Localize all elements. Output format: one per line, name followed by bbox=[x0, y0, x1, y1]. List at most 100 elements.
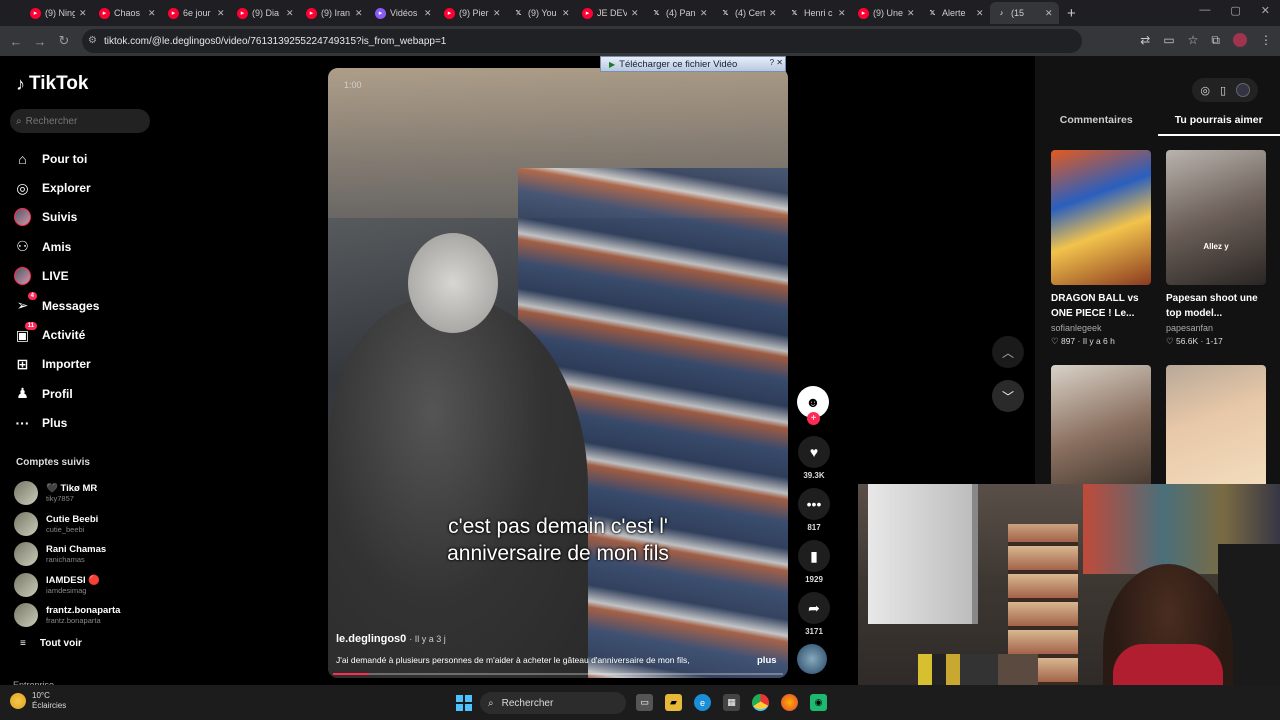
download-video-bar[interactable]: ▶ Télécharger ce fichier Vidéo ? ✕ bbox=[600, 56, 786, 72]
close-window-icon[interactable]: ✕ bbox=[1261, 4, 1270, 17]
comment-action[interactable]: ••• 817 bbox=[797, 488, 831, 532]
close-tab-icon[interactable]: ✕ bbox=[1045, 8, 1053, 19]
browser-tab[interactable]: 𝕏 Alerte ✕ bbox=[921, 2, 990, 24]
user-avatar[interactable] bbox=[1236, 83, 1250, 97]
search-input[interactable] bbox=[25, 115, 136, 127]
browser-tab[interactable]: 𝕏 (4) Cert ✕ bbox=[714, 2, 783, 24]
comment-icon[interactable]: ••• bbox=[798, 488, 830, 520]
close-tab-icon[interactable]: ✕ bbox=[148, 8, 156, 19]
chevron-up-icon[interactable]: ︿ bbox=[992, 336, 1024, 368]
url-field[interactable]: ⚙ tiktok.com/@le.deglingos0/video/761313… bbox=[82, 29, 1082, 53]
share-icon[interactable]: ➦ bbox=[798, 592, 830, 624]
minimize-icon[interactable]: — bbox=[1199, 4, 1210, 17]
close-tab-icon[interactable]: ✕ bbox=[286, 8, 294, 19]
card-user[interactable]: sofianlegeek bbox=[1051, 323, 1151, 333]
video-player[interactable]: 1:00 c'est pas demain c'est l' anniversa… bbox=[328, 68, 788, 678]
close-tab-icon[interactable]: ✕ bbox=[562, 8, 570, 19]
video-author[interactable]: le.deglingos0 · Il y a 3 j bbox=[336, 633, 446, 645]
recommendation-card[interactable] bbox=[1166, 365, 1266, 500]
card-user[interactable]: papesanfan bbox=[1166, 323, 1266, 333]
reload-icon[interactable]: ↻ bbox=[52, 33, 76, 49]
browser-tab[interactable]: ▸ (9) Pier ✕ bbox=[438, 2, 507, 24]
new-tab-button[interactable]: + bbox=[1067, 5, 1076, 22]
caption-more-button[interactable]: plus bbox=[757, 655, 777, 666]
menu-dots-icon[interactable]: ⋮ bbox=[1260, 33, 1272, 48]
browser-tab[interactable]: ♪ (15 ✕ bbox=[990, 2, 1059, 24]
close-tab-icon[interactable]: ✕ bbox=[493, 8, 501, 19]
translate-icon[interactable]: ⇄ bbox=[1140, 33, 1150, 48]
browser-tab[interactable]: 𝕏 (4) Pan ✕ bbox=[645, 2, 714, 24]
phone-icon[interactable]: ▯ bbox=[1220, 84, 1226, 97]
chevron-down-icon[interactable]: ﹀ bbox=[992, 380, 1024, 412]
followed-account[interactable]: 🖤 Tikø MR tiky7857 bbox=[14, 478, 120, 509]
creator-avatar[interactable]: ☻ + bbox=[797, 386, 829, 425]
card-title[interactable]: DRAGON BALL vs ONE PIECE ! Le... bbox=[1051, 291, 1151, 321]
browser-tab[interactable]: ▸ (9) Iran ✕ bbox=[300, 2, 369, 24]
weather-widget[interactable]: 10°C Éclaircies bbox=[10, 691, 66, 711]
follow-plus-icon[interactable]: + bbox=[807, 412, 820, 425]
close-tab-icon[interactable]: ✕ bbox=[79, 8, 87, 19]
card-thumbnail[interactable] bbox=[1166, 365, 1266, 500]
bookmark-star-icon[interactable]: ☆ bbox=[1188, 33, 1199, 48]
maximize-icon[interactable]: ▢ bbox=[1230, 4, 1240, 17]
close-tab-icon[interactable]: ✕ bbox=[424, 8, 432, 19]
sidebar-item-importer[interactable]: ⊞ Importer bbox=[14, 350, 99, 379]
forward-icon[interactable]: → bbox=[28, 34, 52, 49]
browser-tab[interactable]: ▸ 6e jour ✕ bbox=[162, 2, 231, 24]
firefox-icon[interactable] bbox=[781, 694, 798, 711]
sidebar-item-amis[interactable]: ⚇ Amis bbox=[14, 232, 99, 261]
followed-account[interactable]: IAMDESI 🔴 iamdesimag bbox=[14, 570, 120, 601]
card-thumbnail[interactable] bbox=[1051, 150, 1151, 285]
compass-icon[interactable]: ◎ bbox=[1200, 84, 1210, 97]
profile-avatar[interactable] bbox=[1233, 33, 1247, 47]
browser-tab[interactable]: ▸ Chaos ✕ bbox=[93, 2, 162, 24]
task-view-icon[interactable]: ▭ bbox=[636, 694, 653, 711]
video-progress-bar[interactable] bbox=[333, 673, 783, 675]
edge-icon[interactable]: e bbox=[694, 694, 711, 711]
tiktok-logo[interactable]: ♪ TikTok bbox=[16, 73, 88, 95]
close-tab-icon[interactable]: ✕ bbox=[769, 8, 777, 19]
sidebar-item-live[interactable]: LIVE bbox=[14, 262, 99, 291]
download-close-icon[interactable]: ? ✕ bbox=[770, 58, 783, 67]
recommendation-card[interactable]: Allez y Papesan shoot une top model... pap… bbox=[1166, 150, 1266, 347]
followed-account[interactable]: frantz.bonaparta frantz.bonaparta bbox=[14, 600, 120, 631]
sidebar-item-messages[interactable]: ➢ 4 Messages bbox=[14, 291, 99, 320]
sidebar-item-pourtoi[interactable]: ⌂ Pour toi bbox=[14, 144, 99, 173]
browser-tab[interactable]: 𝕏 (9) You ✕ bbox=[507, 2, 576, 24]
card-thumbnail[interactable] bbox=[1051, 365, 1151, 500]
site-info-icon[interactable]: ⚙ bbox=[88, 35, 97, 46]
close-tab-icon[interactable]: ✕ bbox=[838, 8, 846, 19]
close-tab-icon[interactable]: ✕ bbox=[631, 8, 639, 19]
extensions-icon[interactable]: ⧉ bbox=[1211, 33, 1220, 48]
sidebar-item-profil[interactable]: ♟ Profil bbox=[14, 379, 99, 408]
sidebar-item-suivis[interactable]: Suivis bbox=[14, 203, 99, 232]
close-tab-icon[interactable]: ✕ bbox=[976, 8, 984, 19]
sidebar-item-plus[interactable]: ··· Plus bbox=[14, 409, 99, 438]
windows-start-icon[interactable] bbox=[456, 695, 472, 711]
close-tab-icon[interactable]: ✕ bbox=[217, 8, 225, 19]
browser-tab[interactable]: ▸ Vidéos ✕ bbox=[369, 2, 438, 24]
tab-recommended[interactable]: Tu pourrais aimer bbox=[1157, 114, 1280, 136]
close-tab-icon[interactable]: ✕ bbox=[907, 8, 915, 19]
browser-tab[interactable]: ▸ (9) Une ✕ bbox=[852, 2, 921, 24]
chrome-icon[interactable] bbox=[752, 694, 769, 711]
recommendation-card[interactable]: DRAGON BALL vs ONE PIECE ! Le... sofianle… bbox=[1051, 150, 1151, 347]
browser-tab[interactable]: ▸ (9) Ning ✕ bbox=[24, 2, 93, 24]
bookmark-icon[interactable]: ▮ bbox=[798, 540, 830, 572]
sidebar-item-activit[interactable]: ▣ 11 Activité bbox=[14, 320, 99, 349]
save-action[interactable]: ▮ 1929 bbox=[797, 540, 831, 584]
card-title[interactable]: Papesan shoot une top model... bbox=[1166, 291, 1266, 321]
music-disc-icon[interactable] bbox=[797, 644, 827, 674]
followed-account[interactable]: Cutie Beebi cutie_beebi bbox=[14, 509, 120, 540]
close-tab-icon[interactable]: ✕ bbox=[355, 8, 363, 19]
cast-icon[interactable]: ▭ bbox=[1163, 33, 1174, 48]
taskbar-search[interactable]: ⌕ Rechercher bbox=[480, 692, 626, 714]
file-explorer-icon[interactable]: ▰ bbox=[665, 694, 682, 711]
recommendation-card[interactable] bbox=[1051, 365, 1151, 500]
tab-comments[interactable]: Commentaires bbox=[1035, 114, 1158, 136]
search-box[interactable]: ⌕ bbox=[10, 109, 150, 133]
like-action[interactable]: ♥ 39.3K bbox=[797, 436, 831, 480]
followed-account[interactable]: Rani Chamas ranichamas bbox=[14, 539, 120, 570]
browser-tab[interactable]: 𝕏 Henri c ✕ bbox=[783, 2, 852, 24]
store-icon[interactable]: ▦ bbox=[723, 694, 740, 711]
